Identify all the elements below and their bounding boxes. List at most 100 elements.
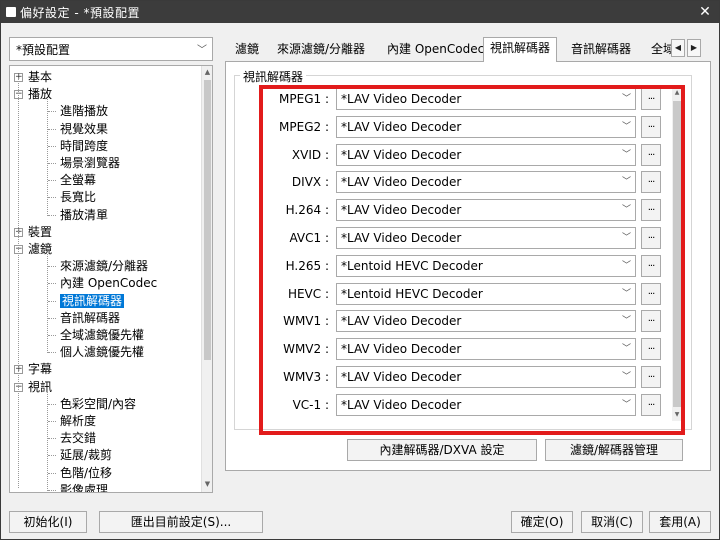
decoder-dropdown[interactable]: *Lentoid HEVC Decoder ﹀ [336, 254, 636, 277]
decoder-dropdown[interactable]: *LAV Video Decoder ﹀ [336, 310, 636, 333]
tree-item[interactable]: 視訊解碼器 [48, 293, 125, 310]
tree-connector [48, 489, 56, 491]
app-icon [6, 7, 16, 17]
tree-item[interactable]: 個人濾鏡優先權 [48, 344, 145, 361]
scroll-up-icon[interactable]: ▲ [672, 89, 682, 99]
decoder-dropdown-value: *LAV Video Decoder [341, 147, 462, 162]
tree-item[interactable]: 色階/位移 [48, 465, 113, 482]
tab-item[interactable]: 音訊解碼器 [565, 39, 637, 61]
tree-item[interactable]: 色彩空間/內容 [48, 396, 136, 413]
decoder-options-button[interactable]: ... [641, 254, 661, 277]
tree-item-label: 影像處理 [60, 482, 109, 493]
decoder-dropdown[interactable]: *LAV Video Decoder ﹀ [336, 338, 636, 361]
decoder-options-button[interactable]: ... [641, 88, 661, 110]
tree-item-label: 進階播放 [60, 104, 109, 119]
decoder-options-button[interactable]: ... [641, 338, 661, 361]
tree-item[interactable]: 播放清單 [48, 207, 108, 224]
tree-item-label: 音訊解碼器 [60, 310, 121, 325]
tree-item[interactable]: 去交錯 [48, 430, 96, 447]
chevron-down-icon: ﹀ [621, 233, 631, 243]
tree-item[interactable]: 時間跨度 [48, 138, 108, 155]
decoder-options-button[interactable]: ... [641, 393, 661, 416]
export-settings-button[interactable]: 匯出目前設定(S)... [99, 511, 263, 533]
tree-item-label: 全螢幕 [60, 173, 97, 188]
tree-connector [18, 78, 19, 488]
chevron-down-icon: ﹀ [621, 316, 631, 327]
tree-item-label: 場景瀏覽器 [60, 156, 121, 170]
decoder-dropdown[interactable]: *LAV Video Decoder ﹀ [336, 199, 636, 222]
decoder-options-button[interactable]: ... [641, 199, 661, 222]
decoder-scrollbar[interactable]: ▲ ▼ [672, 89, 682, 421]
tree-connector [48, 335, 56, 336]
tab-item[interactable]: 內建 OpenCodec [381, 39, 490, 61]
tree-item-label: 視訊解碼器 [60, 293, 125, 308]
decoder-dropdown-value: *Lentoid HEVC Decoder [341, 258, 483, 273]
decoder-options-button[interactable]: ... [641, 227, 661, 249]
tree-item-label: 字幕 [28, 362, 53, 377]
decoder-options-button[interactable]: ... [641, 282, 661, 305]
tree-connector [48, 403, 56, 405]
decoder-options-button[interactable]: ... [641, 310, 661, 333]
apply-button[interactable]: 套用(A) [649, 511, 711, 533]
scroll-down-icon[interactable]: ▼ [203, 480, 212, 490]
tree-item[interactable]: 全域濾鏡優先權 [48, 327, 144, 344]
tree-category[interactable]: + 字幕 [14, 361, 53, 378]
settings-tree[interactable]: ▲ ▼ + 基本 − 播放 進階播放 視覺效果 時間跨度 場景瀏覽器 全螢幕 長寬比 播放清單 + 裝置… [9, 65, 213, 493]
decoder-options-button[interactable]: ... [641, 171, 661, 194]
profile-dropdown[interactable]: *預設配置 ﹀ [9, 37, 213, 61]
tree-item[interactable]: 視覺效果 [48, 121, 108, 138]
decoder-dropdown[interactable]: *LAV Video Decoder ﹀ [336, 366, 636, 388]
tab-scroll-left-icon[interactable]: ◀ [671, 39, 685, 57]
scroll-down-icon[interactable]: ▼ [672, 411, 682, 421]
scroll-up-icon[interactable]: ▲ [203, 68, 212, 78]
builtin-dxva-settings-button[interactable]: 內建解碼器/DXVA 設定 [347, 439, 537, 461]
decoder-options-button[interactable]: ... [641, 366, 661, 388]
decoder-dropdown[interactable]: *LAV Video Decoder ﹀ [336, 143, 636, 166]
decoder-dropdown[interactable]: *LAV Video Decoder ﹀ [336, 393, 636, 416]
tree-item[interactable]: 影像處理 [48, 482, 109, 493]
tree-scrollbar[interactable]: ▲ ▼ [201, 66, 212, 492]
tab-scroll-right-icon[interactable]: ▶ [687, 39, 701, 57]
chevron-down-icon: ﹀ [621, 288, 631, 299]
filter-decoder-manager-button[interactable]: 濾鏡/解碼器管理 [545, 439, 683, 461]
chevron-down-icon: ﹀ [621, 205, 631, 216]
tab-item[interactable]: 視訊解碼器 [483, 37, 558, 62]
decoder-dropdown-value: *LAV Video Decoder [341, 314, 462, 329]
tree-item[interactable]: 來源濾鏡/分離器 [48, 258, 148, 275]
tree-item-label: 基本 [28, 70, 53, 84]
tree-item[interactable]: 進階播放 [48, 103, 109, 120]
tree-item-label: 個人濾鏡優先權 [60, 345, 145, 360]
tab-item[interactable]: 來源濾鏡/分離器 [271, 39, 371, 61]
close-icon[interactable]: ✕ [691, 1, 719, 23]
decoder-dropdown-value: *LAV Video Decoder [341, 370, 462, 384]
chevron-down-icon: ﹀ [621, 94, 631, 104]
decoder-dropdown[interactable]: *LAV Video Decoder ﹀ [336, 171, 636, 194]
decoder-dropdown[interactable]: *LAV Video Decoder ﹀ [336, 115, 636, 138]
tree-item-label: 解析度 [60, 414, 97, 428]
decoder-scroll-thumb[interactable] [673, 101, 681, 407]
tree-item[interactable]: 場景瀏覽器 [48, 155, 121, 172]
cancel-button[interactable]: 取消(C) [581, 511, 643, 533]
decoder-dropdown[interactable]: *LAV Video Decoder ﹀ [336, 227, 636, 249]
tree-scroll-thumb[interactable] [204, 80, 211, 360]
tree-connector [48, 180, 56, 182]
tree-item[interactable]: 長寬比 [48, 189, 96, 206]
tree-connector [48, 283, 56, 285]
tree-item[interactable]: 全螢幕 [48, 172, 97, 189]
tree-connector [48, 214, 56, 216]
decoder-dropdown[interactable]: *Lentoid HEVC Decoder ﹀ [336, 282, 636, 305]
tree-item[interactable]: 內建 OpenCodec [48, 275, 157, 292]
decoder-options-button[interactable]: ... [641, 143, 661, 166]
tree-item[interactable]: 音訊解碼器 [48, 310, 121, 327]
tree-item[interactable]: 延展/裁剪 [48, 447, 112, 464]
initialize-button[interactable]: 初始化(I) [9, 511, 87, 533]
ok-button[interactable]: 確定(O) [511, 511, 573, 533]
decoder-dropdown[interactable]: *LAV Video Decoder ﹀ [336, 88, 636, 110]
tree-category[interactable]: + 裝置 [14, 224, 52, 241]
tree-item[interactable]: 解析度 [48, 413, 97, 430]
window-title: 偏好設定 - *預設配置 [20, 5, 140, 20]
tab-item[interactable]: 濾鏡 [229, 39, 265, 61]
tree-category[interactable]: + 基本 [14, 69, 53, 86]
tree-item-label: 色階/位移 [60, 465, 113, 480]
decoder-options-button[interactable]: ... [641, 115, 661, 138]
